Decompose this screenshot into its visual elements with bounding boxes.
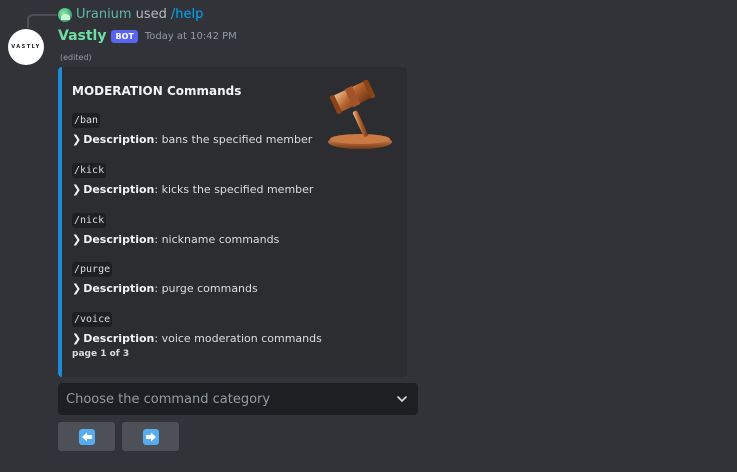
reply-avatar[interactable] [58, 8, 72, 22]
description-label: Description [83, 133, 155, 146]
author-username[interactable]: Vastly [58, 28, 106, 44]
avatar-logo-text: VASTLY [11, 44, 41, 50]
previous-page-button[interactable] [58, 422, 115, 451]
chevron-right-icon: ❯ [72, 233, 82, 246]
description-label: Description [83, 233, 155, 246]
chevron-right-icon: ❯ [72, 332, 82, 345]
command-code: /kick [72, 163, 107, 178]
command-code: /purge [72, 262, 113, 277]
message-timestamp[interactable]: Today at 10:42 PM [145, 31, 237, 42]
message: Uranium used /help VASTLY Vastly BOT Tod… [0, 0, 737, 472]
command-entry: /kick ❯ Description: kicks the specified … [72, 158, 313, 197]
description-label: Description [83, 332, 155, 345]
chevron-right-icon: ❯ [72, 133, 82, 146]
command-description: ❯ Description: nickname commands [72, 233, 279, 247]
message-header: Vastly BOT Today at 10:42 PM [58, 28, 237, 44]
reply-used-text: used [135, 7, 167, 22]
description-text: : voice moderation commands [154, 332, 322, 345]
next-page-button[interactable] [122, 422, 179, 451]
author-avatar[interactable]: VASTLY [8, 29, 44, 65]
description-label: Description [83, 282, 155, 295]
command-description: ❯ Description: voice moderation commands [72, 332, 322, 346]
reply-reference[interactable]: Uranium used /help [58, 7, 203, 23]
arrow-left-icon [78, 428, 95, 445]
description-text: : bans the specified member [154, 133, 313, 146]
chevron-down-icon [397, 396, 407, 402]
edited-label: (edited) [60, 53, 92, 62]
command-code: /nick [72, 213, 107, 228]
command-description: ❯ Description: bans the specified member [72, 133, 312, 147]
chevron-right-icon: ❯ [72, 282, 82, 295]
embed-title: MODERATION Commands [72, 84, 242, 98]
command-code: /ban [72, 113, 101, 128]
description-text: : nickname commands [154, 233, 280, 246]
gavel-icon[interactable] [324, 80, 394, 154]
reply-username[interactable]: Uranium [76, 7, 132, 23]
command-entry: /nick ❯ Description: nickname commands [72, 208, 279, 247]
reply-command[interactable]: /help [171, 7, 203, 23]
arrow-right-icon [142, 428, 159, 445]
command-code: /voice [72, 312, 113, 327]
command-description: ❯ Description: purge commands [72, 282, 258, 296]
bot-tag: BOT [111, 29, 138, 43]
embed-footer: page 1 of 3 [72, 349, 130, 359]
description-text: : kicks the specified member [154, 183, 314, 196]
embed: MODERATION Commands /ban ❯ Description: … [58, 67, 407, 377]
description-label: Description [83, 183, 155, 196]
command-category-select[interactable]: Choose the command category [58, 383, 418, 415]
description-text: : purge commands [154, 282, 258, 295]
command-entry: /voice ❯ Description: voice moderation co… [72, 307, 322, 346]
command-entry: /ban ❯ Description: bans the specified me… [72, 108, 312, 147]
chevron-right-icon: ❯ [72, 183, 82, 196]
command-entry: /purge ❯ Description: purge commands [72, 257, 258, 296]
reply-connector-line [27, 14, 57, 28]
command-description: ❯ Description: kicks the specified member [72, 183, 313, 197]
select-placeholder: Choose the command category [66, 391, 271, 407]
